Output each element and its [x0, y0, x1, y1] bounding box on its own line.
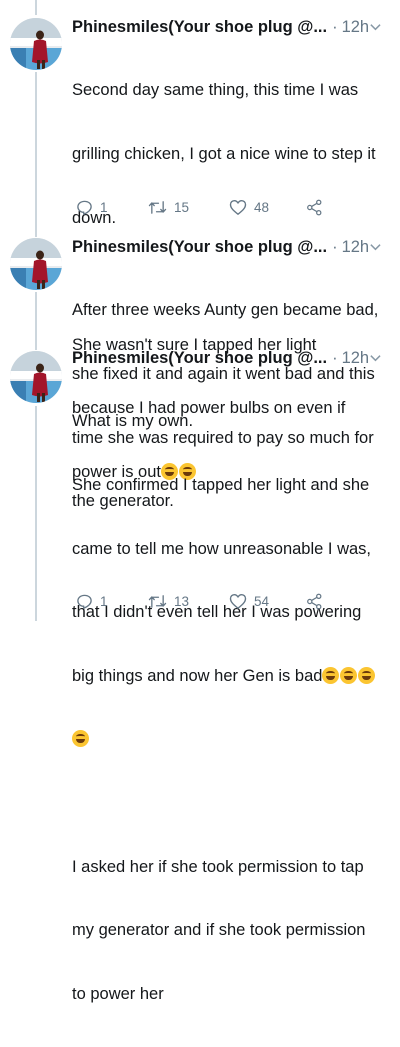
emoji-line: 🤣 [72, 729, 390, 750]
tweet-header: Phinesmiles(Your shoe plug @... · 12h [72, 16, 390, 38]
retweet-button[interactable]: 15 [148, 199, 189, 216]
reply-button[interactable]: 1 [76, 199, 108, 216]
retweet-icon [148, 201, 167, 214]
separator-dot: · [332, 348, 338, 367]
timestamp[interactable]: 12h [342, 18, 370, 37]
share-icon [307, 593, 322, 610]
retweet-button[interactable]: 13 [148, 593, 189, 610]
chevron-down-icon[interactable] [369, 240, 382, 254]
text-line-with-emoji: big things and now her Gen is bad🤣🤣🤣 [72, 666, 390, 687]
rofl-emoji-icon [358, 666, 376, 684]
text-line: After three weeks Aunty gen became bad, [72, 301, 379, 320]
text-line: I asked her if she took permission to ta… [72, 857, 364, 876]
author-name[interactable]: Phinesmiles(Your shoe plug @... [72, 238, 327, 257]
text-line: big things and now her Gen is bad [72, 666, 323, 685]
like-icon [229, 594, 247, 609]
avatar[interactable] [10, 351, 62, 403]
separator-dot: · [332, 237, 338, 256]
share-button[interactable] [306, 593, 330, 610]
thread-line [35, 0, 37, 15]
retweet-count: 15 [174, 200, 190, 215]
tweet-actions: 1 13 54 [72, 593, 332, 615]
reply-icon [77, 594, 92, 609]
text-line: to power her [72, 984, 164, 1003]
text-line [72, 793, 390, 814]
share-icon [307, 199, 322, 216]
reply-count: 1 [100, 594, 108, 609]
reply-button[interactable]: 1 [76, 593, 108, 610]
text-line: She confirmed I tapped her light and she [72, 476, 370, 495]
chevron-down-icon[interactable] [369, 20, 382, 34]
author-name[interactable]: Phinesmiles(Your shoe plug @... [72, 349, 327, 368]
thread-line [35, 72, 37, 237]
tweet-text: What is my own. She confirmed I tapped h… [72, 369, 390, 1047]
retweet-icon [148, 595, 167, 608]
rofl-emoji-icon [322, 666, 340, 684]
share-button[interactable] [306, 199, 330, 216]
avatar[interactable] [10, 238, 62, 290]
like-icon [229, 200, 247, 215]
like-count: 48 [254, 200, 270, 215]
text-line: came to tell me how unreasonable I was, [72, 539, 371, 558]
reply-count: 1 [100, 200, 108, 215]
text-line: my generator and if she took permission [72, 921, 366, 940]
tweet-actions: 1 15 48 [72, 199, 332, 221]
separator-dot: · [332, 17, 338, 36]
rofl-emoji-icon [340, 666, 358, 684]
like-button[interactable]: 48 [229, 199, 269, 216]
thread-line [35, 292, 37, 350]
retweet-count: 13 [174, 594, 190, 609]
thread-line [35, 406, 37, 621]
like-count: 54 [254, 594, 270, 609]
author-name[interactable]: Phinesmiles(Your shoe plug @... [72, 18, 327, 37]
chevron-down-icon[interactable] [369, 351, 382, 365]
reply-icon [77, 200, 92, 215]
text-line: Second day same thing, this time I was [72, 81, 359, 100]
avatar[interactable] [10, 18, 62, 70]
text-line: What is my own. [72, 412, 194, 431]
like-button[interactable]: 54 [229, 593, 269, 610]
rofl-emoji-icon [72, 730, 89, 748]
timestamp[interactable]: 12h [342, 349, 370, 368]
text-line: grilling chicken, I got a nice wine to s… [72, 145, 376, 164]
timestamp[interactable]: 12h [342, 238, 370, 257]
tweet-header: Phinesmiles(Your shoe plug @... · 12h [72, 236, 390, 258]
tweet-header: Phinesmiles(Your shoe plug @... · 12h [72, 347, 390, 369]
